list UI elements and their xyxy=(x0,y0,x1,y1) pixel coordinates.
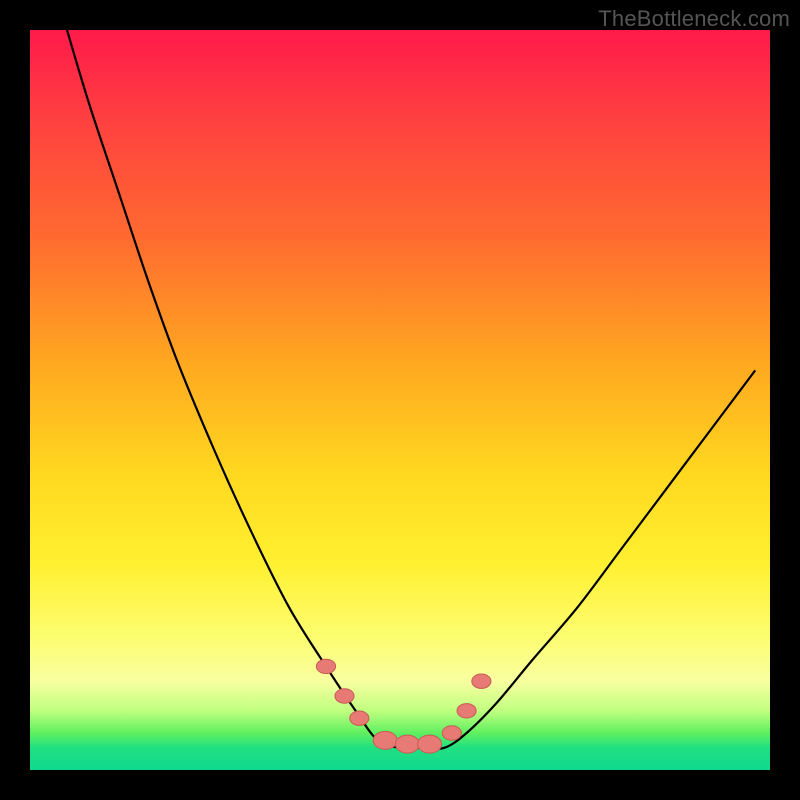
highlight-markers xyxy=(316,659,491,753)
watermark-text: TheBottleneck.com xyxy=(598,6,790,32)
plot-area xyxy=(30,30,770,770)
marker-point xyxy=(442,726,461,740)
marker-point xyxy=(395,735,419,753)
bottleneck-curve-svg xyxy=(30,30,770,770)
marker-point xyxy=(335,689,354,703)
marker-point xyxy=(316,659,335,673)
marker-point xyxy=(457,704,476,718)
chart-frame: TheBottleneck.com xyxy=(0,0,800,800)
marker-point xyxy=(472,674,491,688)
marker-point xyxy=(418,735,442,753)
marker-point xyxy=(350,711,369,725)
marker-point xyxy=(373,731,397,749)
bottleneck-curve xyxy=(67,30,755,749)
